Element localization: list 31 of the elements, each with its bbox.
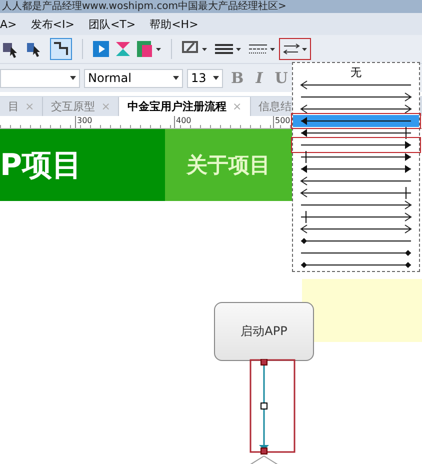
flow-node[interactable]: 启动APP: [214, 302, 314, 361]
document-tab[interactable]: 目 ×: [0, 97, 44, 116]
menu-item[interactable]: 无: [293, 65, 419, 79]
menu-item[interactable]: 帮助<H>: [150, 16, 198, 32]
line-weight-icon[interactable]: [214, 41, 242, 57]
ruler-label: 400: [174, 116, 196, 128]
close-icon[interactable]: ×: [232, 100, 242, 113]
bold-button[interactable]: B: [227, 69, 248, 87]
nav-link[interactable]: 关于项目: [165, 129, 292, 201]
menu-item[interactable]: 发布<I>: [30, 16, 74, 32]
arrow-style-icon[interactable]: [282, 41, 308, 57]
menu-item[interactable]: A>: [0, 18, 17, 30]
connector-tool-icon[interactable]: [50, 38, 72, 60]
ruler-label: 300: [75, 116, 97, 128]
banner-title: P项目: [0, 146, 82, 184]
underline-button[interactable]: U: [270, 69, 292, 87]
publish-icon[interactable]: [137, 41, 161, 57]
arrow-style-option[interactable]: [293, 115, 419, 127]
font-size-select[interactable]: 13: [187, 68, 223, 88]
italic-button[interactable]: I: [252, 69, 267, 87]
arrow-style-option[interactable]: [293, 139, 419, 151]
close-icon[interactable]: ×: [101, 100, 110, 113]
font-style-select[interactable]: Normal: [84, 68, 183, 88]
window-title: 人人都是产品经理www.woshipm.com中国最大产品经理社区>: [0, 0, 422, 13]
pointer-icon[interactable]: [2, 40, 20, 58]
document-tab[interactable]: 中金宝用户注册流程 ×: [119, 97, 251, 116]
play-icon[interactable]: [93, 41, 109, 57]
share-icon[interactable]: [115, 41, 131, 57]
document-tab[interactable]: 交互原型 ×: [43, 97, 120, 116]
menu-item[interactable]: 团队<T>: [88, 16, 136, 32]
close-icon[interactable]: ×: [25, 100, 34, 113]
